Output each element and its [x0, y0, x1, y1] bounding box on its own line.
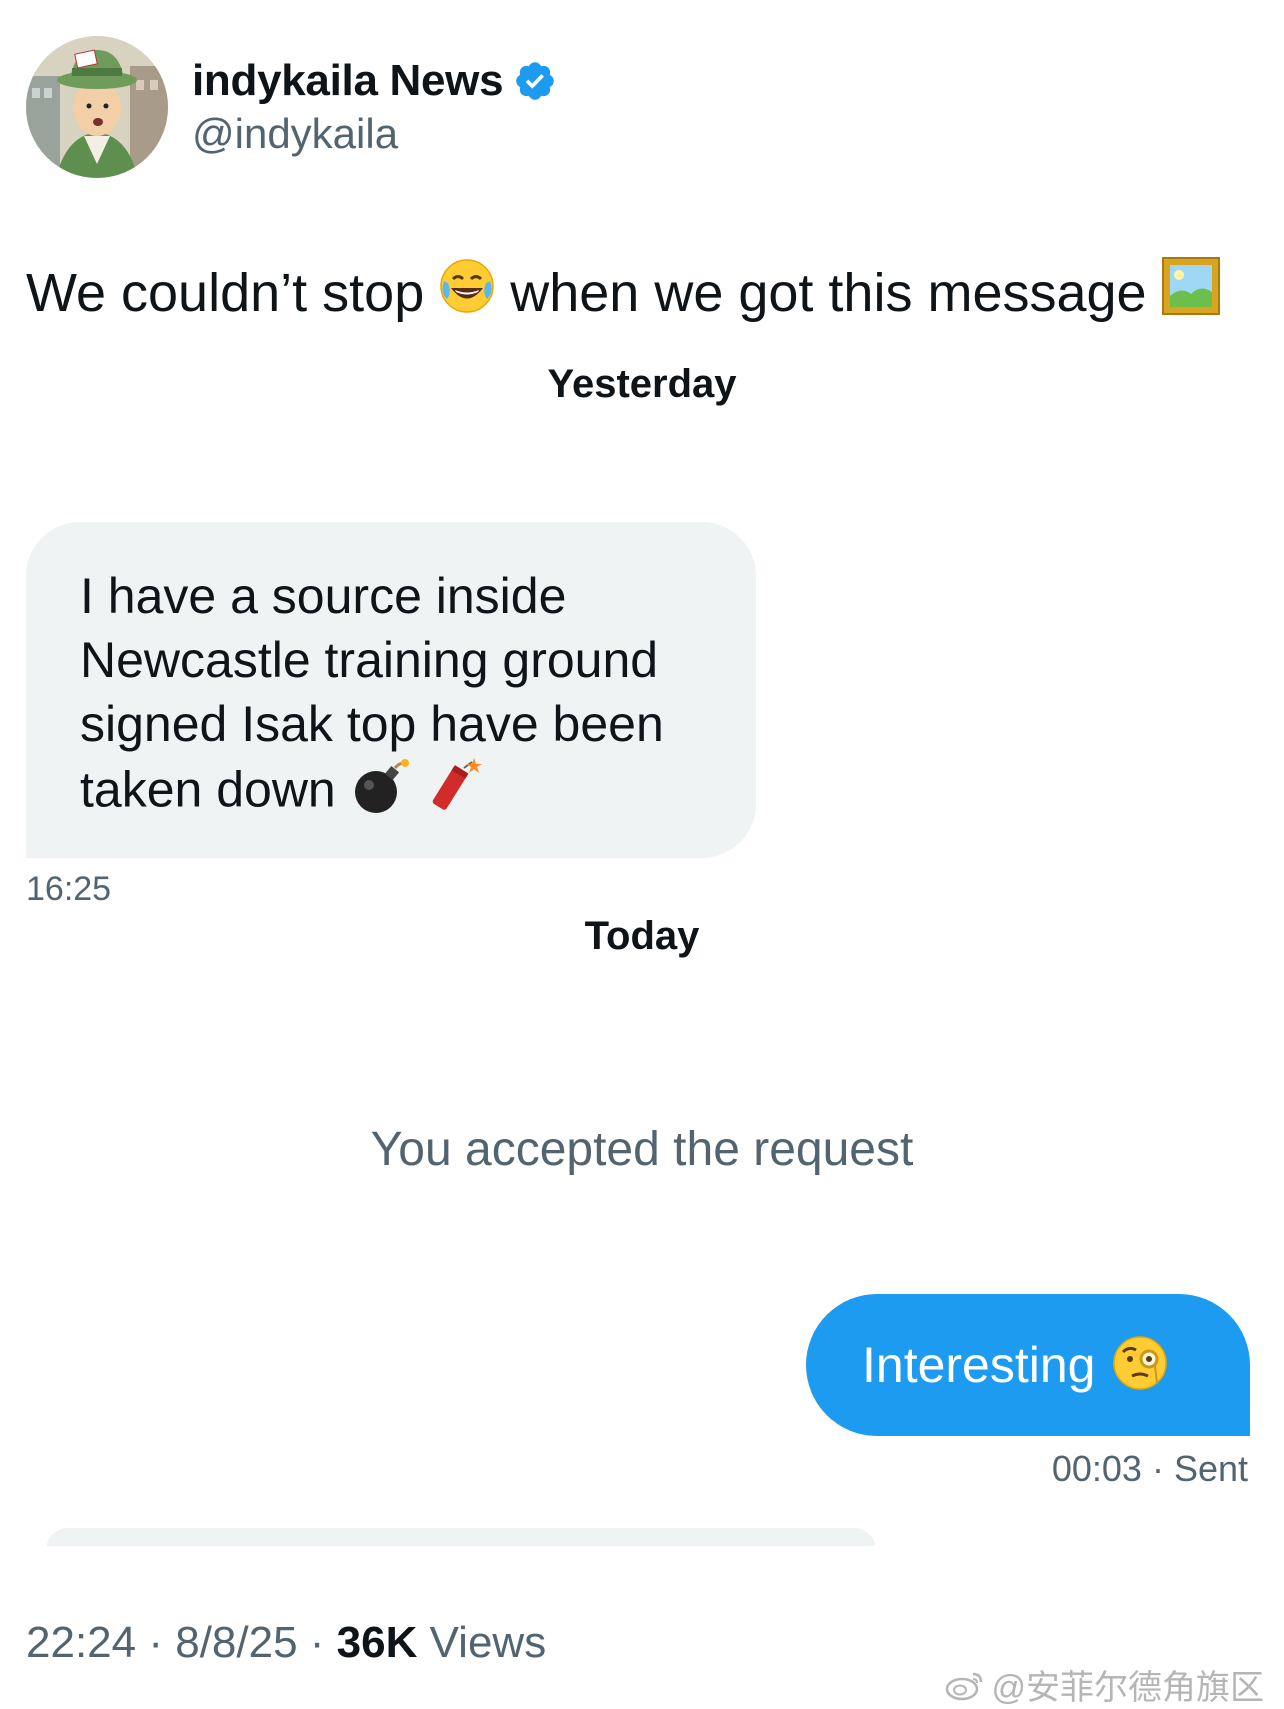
verified-badge-icon [516, 62, 555, 100]
views-count: 36K [336, 1618, 418, 1667]
outgoing-message-time: 00:03 [1051, 1448, 1142, 1489]
system-message: You accepted the request [370, 1123, 914, 1176]
incoming-message-bubble[interactable]: I have a source inside Newcastle trainin… [26, 522, 756, 858]
tweet-meta: 22:24 · 8/8/25 · 36K Views [26, 1618, 546, 1668]
day-separator-today: Today [584, 914, 700, 958]
views-label: Views [429, 1618, 547, 1667]
tweet-text-part1: We couldn’t stop [26, 263, 425, 323]
framed-picture-icon [1161, 256, 1221, 330]
status-separator: · [1141, 1448, 1174, 1489]
face-with-tears-of-joy-icon [438, 257, 496, 329]
avatar[interactable] [26, 36, 168, 178]
handle[interactable]: @indykaila [192, 110, 557, 158]
meta-separator: · [136, 1618, 176, 1667]
avatar-illustration [26, 36, 168, 178]
watermark-text: @安菲尔德角旗区 [991, 1669, 1264, 1707]
tweet-text-part2: when we got this message [510, 263, 1147, 323]
outgoing-message-status: 00:03 · Sent [1052, 1448, 1248, 1490]
weibo-icon [946, 1672, 983, 1700]
incoming-message: I have a source inside Newcastle trainin… [80, 564, 706, 831]
sent-status: Sent [1173, 1448, 1248, 1489]
face-with-monocle-icon [1111, 1334, 1169, 1397]
meta-separator: · [297, 1618, 337, 1667]
author-names: indykaila News @indykaila [192, 56, 557, 158]
outgoing-message-text: Interesting [862, 1337, 1096, 1393]
outgoing-message-bubble[interactable]: Interesting [806, 1294, 1250, 1436]
tweet-date[interactable]: 8/8/25 [175, 1618, 297, 1667]
incoming-message-time: 16:25 [26, 870, 112, 908]
tweet-header: indykaila News @indykaila [26, 36, 557, 178]
tweet-text: We couldn’t stop when we got this messag… [26, 256, 1256, 330]
bomb-icon [350, 756, 410, 831]
display-name-row: indykaila News [192, 56, 557, 106]
firecracker-icon [424, 756, 484, 831]
display-name[interactable]: indykaila News [192, 56, 504, 106]
watermark: @安菲尔德角旗区 [945, 1660, 1264, 1709]
crop-mask [0, 1546, 1284, 1586]
day-separator-yesterday: Yesterday [547, 362, 737, 406]
tweet-time[interactable]: 22:24 [26, 1618, 136, 1667]
